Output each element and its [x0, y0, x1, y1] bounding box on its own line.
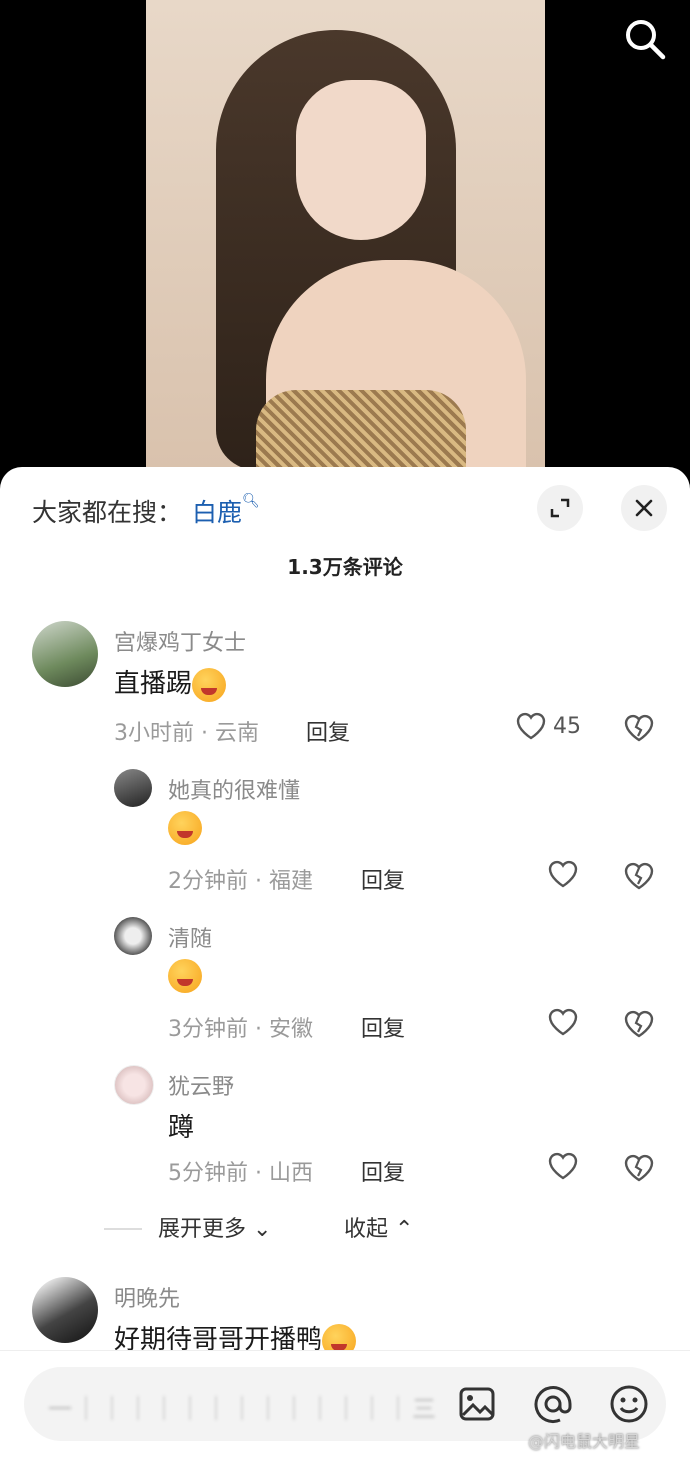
video-frame: [146, 0, 545, 470]
collapse-button[interactable]: 收起 ⌃: [344, 1211, 413, 1243]
chevron-down-icon: ⌄: [253, 1217, 272, 1242]
comment-username[interactable]: 宫爆鸡丁女士: [114, 625, 246, 657]
reply-text: 蹲: [168, 1113, 195, 1143]
reply-button[interactable]: 回复: [361, 1155, 405, 1187]
at-icon[interactable]: [532, 1383, 574, 1425]
reply-meta: 5分钟前 · 山西: [168, 1161, 313, 1186]
reply-button[interactable]: 回复: [361, 863, 405, 895]
heart-icon: [548, 1008, 578, 1036]
like-button[interactable]: 45: [515, 711, 581, 741]
reply-text: [168, 959, 202, 993]
broken-heart-icon[interactable]: [623, 713, 655, 747]
search-small-icon: 🔍︎: [242, 493, 260, 509]
video-figure-face: [296, 80, 426, 240]
reply-button[interactable]: 回复: [306, 715, 350, 747]
reply-meta: 3分钟前 · 安徽: [168, 1017, 313, 1042]
watermark: @闪电鼠大明星: [528, 1432, 641, 1451]
comments-sheet: 大家都在搜： 白鹿🔍︎ 1.3万条评论 宫爆鸡丁女士 直播踢 3小时前 · 云南 …: [0, 467, 690, 1457]
video-figure-dress: [256, 390, 466, 470]
replies-expand-row: 展开更多 ⌄ 收起 ⌃: [104, 1211, 664, 1247]
image-icon[interactable]: [456, 1383, 498, 1425]
close-icon[interactable]: [621, 485, 667, 531]
avatar[interactable]: [114, 1065, 154, 1105]
heart-icon: [516, 712, 546, 740]
emoji-icon[interactable]: [608, 1383, 650, 1425]
kiss-emoji-icon: [168, 811, 202, 845]
hot-search-term[interactable]: 白鹿🔍︎: [192, 493, 260, 527]
search-icon[interactable]: [620, 14, 670, 64]
avatar[interactable]: [32, 621, 98, 687]
hot-search-bar: 大家都在搜： 白鹿🔍︎: [32, 493, 260, 529]
heart-icon: [548, 1152, 578, 1180]
reply-username[interactable]: 犹云野: [168, 1069, 234, 1101]
comments-count-title: 1.3万条评论: [287, 555, 403, 579]
avatar[interactable]: [32, 1277, 98, 1343]
reply-meta: 2分钟前 · 福建: [168, 869, 313, 894]
broken-heart-icon[interactable]: [623, 1153, 655, 1187]
divider: [104, 1228, 142, 1230]
broken-heart-icon[interactable]: [623, 1009, 655, 1043]
comment-username[interactable]: 明晚先: [114, 1281, 180, 1313]
comment-input-placeholder: 一｜｜｜｜｜｜｜｜｜｜｜｜｜三: [48, 1395, 438, 1423]
video-player[interactable]: [0, 0, 690, 470]
reply-button[interactable]: 回复: [361, 1011, 405, 1043]
like-button[interactable]: [547, 1007, 579, 1037]
avatar[interactable]: [114, 769, 152, 807]
like-button[interactable]: [547, 859, 579, 889]
heart-icon: [548, 860, 578, 888]
reply-text: [168, 811, 202, 845]
pleading-emoji-icon: [168, 959, 202, 993]
chevron-up-icon: ⌃: [395, 1217, 414, 1242]
like-count: 45: [553, 713, 581, 739]
heart-eyes-emoji-icon: [192, 667, 227, 702]
like-button[interactable]: [547, 1151, 579, 1181]
reply-username[interactable]: 她真的很难懂: [168, 773, 300, 805]
hot-search-label: 大家都在搜：: [32, 498, 183, 527]
expand-icon[interactable]: [537, 485, 583, 531]
broken-heart-icon[interactable]: [623, 861, 655, 895]
avatar[interactable]: [114, 917, 152, 955]
comment-text: 直播踢: [114, 663, 227, 702]
expand-more-button[interactable]: 展开更多 ⌄: [158, 1211, 271, 1243]
comment-meta: 3小时前 · 云南: [114, 721, 259, 746]
reply-username[interactable]: 清随: [168, 921, 212, 953]
